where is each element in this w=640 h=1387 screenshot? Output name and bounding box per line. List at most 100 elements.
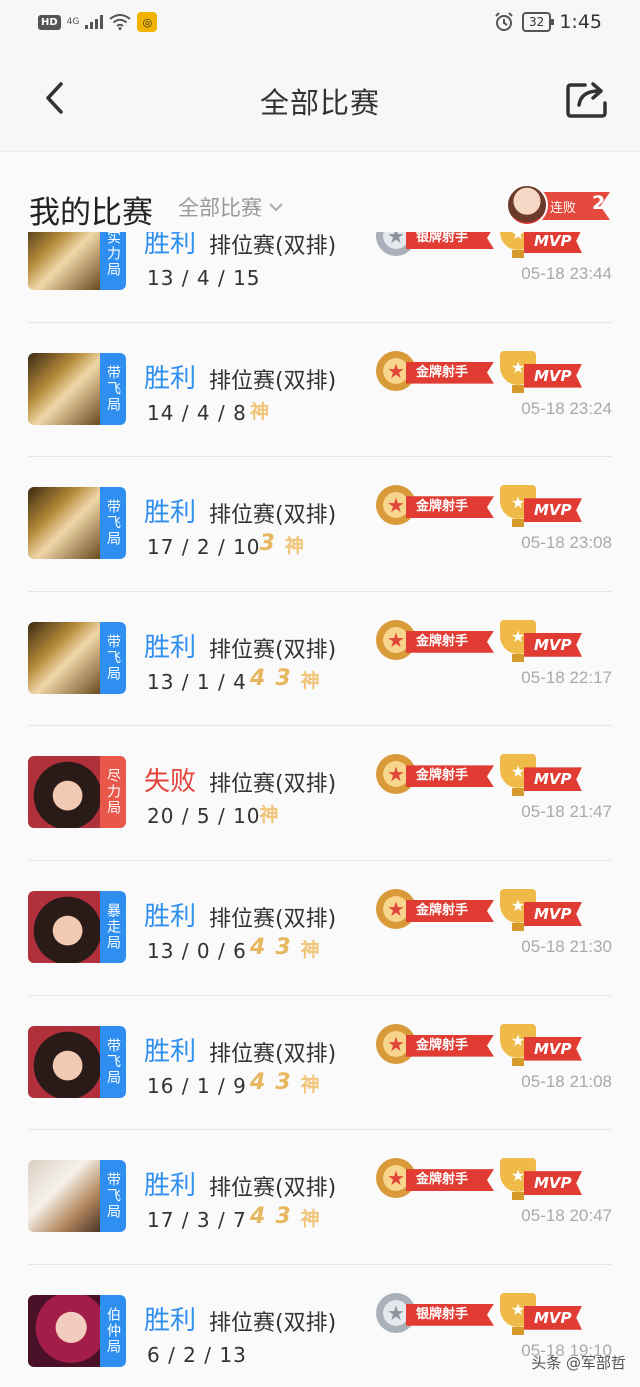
app-notification-icon: ◎ <box>137 12 158 32</box>
match-row[interactable]: 带飞局 胜利 排位赛(双排) 17 / 3 / 7 4 3 神 ★ 金牌射手 ★ MVP 05-18 … <box>28 1130 612 1265</box>
share-icon <box>566 82 607 118</box>
match-row[interactable]: 伯仲局 胜利 排位赛(双排) 6 / 2 / 13 ★ 银牌射手 ★ MVP 05-18 19:… <box>28 1265 612 1387</box>
achievement-mark: 4 <box>250 665 266 691</box>
match-time: 05-18 22:17 <box>521 667 612 687</box>
achievement-mark: 神 <box>284 535 304 558</box>
achievement-mark: 神 <box>300 669 320 692</box>
hero-avatar <box>28 756 100 829</box>
match-type-label: 带飞局 <box>105 1172 121 1221</box>
streak-count: 2 <box>592 192 606 214</box>
match-mode: 排位赛(双排) <box>209 1176 337 1202</box>
match-type-tag: 实力局 <box>100 232 126 290</box>
medal-label: 银牌射手 <box>406 232 494 249</box>
kda-score: 14 / 4 / 8 <box>147 400 247 425</box>
match-type-tag: 带飞局 <box>100 1025 126 1098</box>
medal-badge: ★ 金牌射手 <box>376 888 494 929</box>
signal-icon <box>85 15 104 29</box>
match-type-tag: 带飞局 <box>100 352 126 425</box>
match-mode: 排位赛(双排) <box>209 906 337 932</box>
match-row[interactable]: 尽力局 失败 排位赛(双排) 20 / 5 / 10 神 ★ 金牌射手 ★ MVP 05-18 2… <box>28 726 612 861</box>
achievement-mark: 神 <box>250 400 270 423</box>
status-right: 32 1:45 <box>494 11 602 33</box>
kda-score: 20 / 5 / 10 <box>147 804 261 829</box>
kda-score: 13 / 1 / 4 <box>147 669 247 694</box>
match-result: 胜利 <box>144 232 197 259</box>
match-row[interactable]: 带飞局 胜利 排位赛(双排) 17 / 2 / 10 3 神 ★ 金牌射手 ★ MVP 05-18 … <box>28 457 612 592</box>
medal-label: 金牌射手 <box>406 630 494 653</box>
match-time: 05-18 21:47 <box>521 802 612 822</box>
match-mode: 排位赛(双排) <box>209 234 337 259</box>
hero-avatar <box>28 487 100 560</box>
match-filter-dropdown[interactable]: 全部比赛 <box>178 192 284 222</box>
kda-score: 17 / 3 / 7 <box>147 1208 247 1233</box>
status-bar: HD 4G ◎ 32 1:45 <box>0 0 640 46</box>
match-result: 胜利 <box>144 632 197 663</box>
mvp-badge: ★ MVP <box>498 888 582 933</box>
page-title: 全部比赛 <box>259 86 380 120</box>
match-row[interactable]: 带飞局 胜利 排位赛(双排) 16 / 1 / 9 4 3 神 ★ 金牌射手 ★ MVP 05-18 … <box>28 996 612 1131</box>
achievement-mark: 4 <box>250 1069 266 1095</box>
medal-label: 金牌射手 <box>406 361 494 384</box>
medal-badge: ★ 金牌射手 <box>376 1158 494 1199</box>
watermark: 头条 @军部哲 <box>531 1354 626 1372</box>
mvp-label: MVP <box>524 1171 582 1196</box>
achievement-marks: 3神 <box>260 531 304 558</box>
match-type-tag: 带飞局 <box>100 621 126 694</box>
achievement-mark: 3 <box>275 1204 291 1230</box>
kda-score: 16 / 1 / 9 <box>147 1073 247 1098</box>
achievement-mark: 3 <box>275 934 291 960</box>
medal-label: 金牌射手 <box>406 899 494 922</box>
status-left: HD 4G ◎ <box>38 12 158 32</box>
achievement-mark: 神 <box>259 804 279 827</box>
mvp-label: MVP <box>524 632 582 657</box>
match-result: 胜利 <box>144 498 197 529</box>
achievement-marks: 43神 <box>250 1070 320 1097</box>
match-mode: 排位赛(双排) <box>209 1310 337 1336</box>
match-list[interactable]: 实力局 胜利 排位赛(双排) 13 / 4 / 15 ★ 银牌射手 ★ MVP 05-18 23… <box>0 232 640 1387</box>
match-type-tag: 伯仲局 <box>100 1294 126 1367</box>
battery-indicator: 32 <box>522 12 555 32</box>
mvp-label: MVP <box>524 232 582 253</box>
achievement-marks: 神 <box>250 397 269 424</box>
hero-avatar <box>28 352 100 425</box>
match-result: 胜利 <box>144 1305 197 1336</box>
achievement-marks: 43神 <box>250 935 320 962</box>
match-time: 05-18 21:08 <box>521 1071 612 1091</box>
achievement-marks: 43神 <box>250 1204 320 1231</box>
achievement-marks: 43神 <box>250 666 320 693</box>
kda-score: 6 / 2 / 13 <box>147 1342 247 1367</box>
match-row[interactable]: 带飞局 胜利 排位赛(双排) 13 / 1 / 4 4 3 神 ★ 金牌射手 ★ MVP 05-18 … <box>28 592 612 727</box>
match-row[interactable]: 带飞局 胜利 排位赛(双排) 14 / 4 / 8 神 ★ 金牌射手 ★ MVP 05-18 23… <box>28 323 612 458</box>
mvp-badge: ★ MVP <box>498 1158 582 1202</box>
match-row[interactable]: 暴走局 胜利 排位赛(双排) 13 / 0 / 6 4 3 神 ★ 金牌射手 ★ MVP 05-18 … <box>28 861 612 996</box>
mvp-label: MVP <box>524 498 582 523</box>
mvp-label: MVP <box>524 363 582 388</box>
mvp-badge: ★ MVP <box>498 485 582 529</box>
match-time: 05-18 23:08 <box>521 533 612 553</box>
mvp-badge: ★ MVP <box>498 350 582 395</box>
kda-score: 13 / 0 / 6 <box>147 938 247 963</box>
match-row[interactable]: 实力局 胜利 排位赛(双排) 13 / 4 / 15 ★ 银牌射手 ★ MVP 05-18 23… <box>28 232 612 323</box>
losing-streak-badge: 连败 2 <box>506 184 610 226</box>
match-time: 05-18 23:24 <box>521 398 612 418</box>
match-result: 胜利 <box>144 1171 197 1202</box>
mvp-badge: ★ MVP <box>498 1292 582 1337</box>
match-mode: 排位赛(双排) <box>209 1041 337 1067</box>
mvp-badge: ★ MVP <box>498 619 582 664</box>
clock: 1:45 <box>559 11 602 33</box>
match-result: 失败 <box>144 767 197 798</box>
match-type-label: 尽力局 <box>105 768 121 817</box>
match-time: 05-18 23:44 <box>521 264 612 283</box>
medal-label: 金牌射手 <box>406 765 494 788</box>
match-type-label: 带飞局 <box>105 1037 121 1086</box>
medal-label: 银牌射手 <box>406 1303 494 1326</box>
achievement-mark: 3 <box>275 665 291 691</box>
share-button[interactable] <box>562 74 612 124</box>
match-type-label: 伯仲局 <box>105 1306 121 1355</box>
my-matches-section: 我的比赛 全部比赛 连败 2 <box>0 152 640 232</box>
match-time: 05-18 21:30 <box>521 936 612 956</box>
kda-score: 13 / 4 / 15 <box>147 266 261 290</box>
medal-label: 金牌射手 <box>406 496 494 519</box>
match-list-inner: 实力局 胜利 排位赛(双排) 13 / 4 / 15 ★ 银牌射手 ★ MVP 05-18 23… <box>0 232 640 1387</box>
match-mode: 排位赛(双排) <box>209 772 337 798</box>
